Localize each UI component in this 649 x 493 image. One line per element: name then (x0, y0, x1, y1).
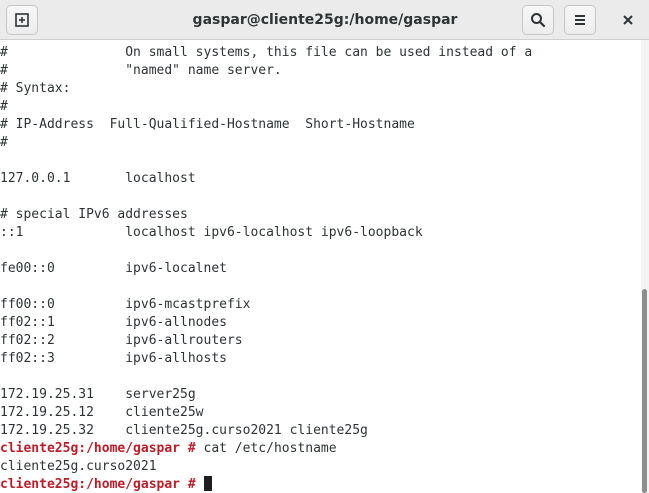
terminal-line: # (0, 135, 8, 150)
terminal-line: 172.19.25.32 cliente25g.curso2021 client… (0, 423, 368, 438)
close-icon (623, 15, 633, 25)
terminal-line: ff02::1 ipv6-allnodes (0, 315, 227, 330)
text-cursor (203, 476, 212, 491)
scrollbar-thumb[interactable] (642, 289, 647, 493)
terminal-line: 172.19.25.12 cliente25w (0, 405, 204, 420)
terminal-line: ff02::3 ipv6-allhosts (0, 351, 227, 366)
shell-prompt: cliente25g:/home/gaspar (0, 441, 181, 456)
new-tab-button[interactable] (6, 5, 38, 35)
title-bar: gaspar@cliente25g:/home/gaspar (0, 0, 649, 40)
command-line: cliente25g:/home/gaspar # cat /etc/hostn… (0, 440, 640, 458)
search-icon (531, 13, 546, 28)
hamburger-menu-icon (575, 15, 585, 25)
vertical-scrollbar[interactable] (641, 40, 649, 493)
terminal-line: # Syntax: (0, 81, 71, 96)
terminal-line: # On small systems, this file can be use… (0, 45, 533, 60)
new-tab-icon (15, 13, 29, 27)
terminal-line: # IP-Address Full-Qualified-Hostname Sho… (0, 117, 415, 132)
menu-button[interactable] (564, 5, 596, 35)
prompt-symbol: # (180, 441, 204, 456)
terminal-line: 172.19.25.31 server25g (0, 387, 196, 402)
terminal-output[interactable]: # On small systems, this file can be use… (0, 44, 640, 493)
terminal-line: ::1 localhost ipv6-localhost ipv6-loopba… (0, 225, 423, 240)
terminal-line: # (0, 99, 8, 114)
close-button[interactable] (614, 8, 642, 32)
terminal-line: fe00::0 ipv6-localnet (0, 261, 227, 276)
search-button[interactable] (522, 5, 554, 35)
command-text: cat /etc/hostname (203, 441, 337, 456)
terminal-line: ff02::2 ipv6-allrouters (0, 333, 243, 348)
terminal-line: ff00::0 ipv6-mcastprefix (0, 297, 251, 312)
window-title: gaspar@cliente25g:/home/gaspar (192, 12, 458, 28)
terminal-line: 127.0.0.1 localhost (0, 171, 196, 186)
prompt-symbol: # (180, 477, 204, 492)
terminal-window: gaspar@cliente25g:/home/gaspar # On smal (0, 0, 649, 493)
command-output: cliente25g.curso2021 (0, 459, 157, 474)
terminal-line: # "named" name server. (0, 63, 282, 78)
terminal-line: # special IPv6 addresses (0, 207, 188, 222)
shell-prompt: cliente25g:/home/gaspar (0, 477, 181, 492)
active-prompt-line[interactable]: cliente25g:/home/gaspar # (0, 476, 640, 493)
